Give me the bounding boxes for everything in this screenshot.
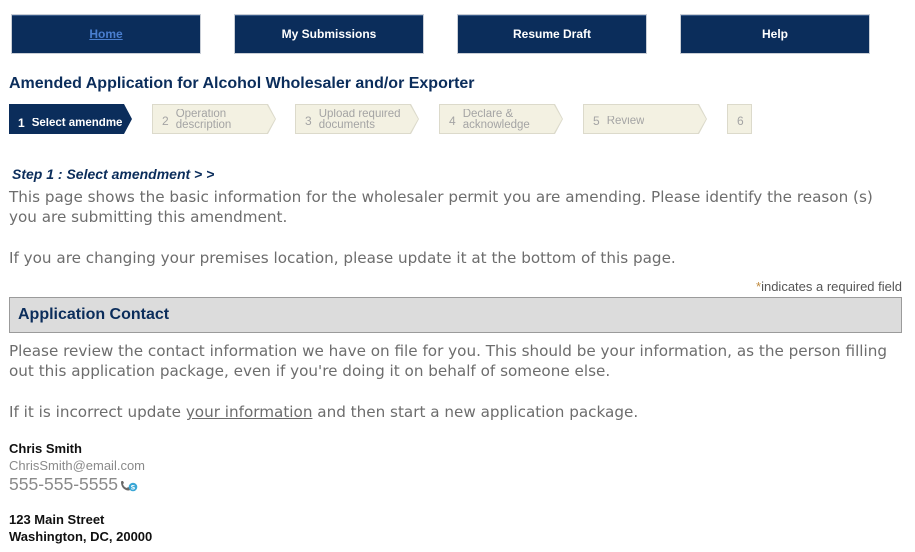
update-info-text-before: If it is incorrect update [9,403,186,421]
page-title: Amended Application for Alcohol Wholesal… [9,75,475,92]
nav-home-link[interactable]: Home [11,14,201,54]
step-number: 3 [305,114,312,128]
step-number: 1 [18,116,25,130]
nav-help-button[interactable]: Help [680,14,870,54]
section-title: Application Contact [18,306,170,323]
step-number: 6 [737,114,744,128]
nav-my-submissions-button[interactable]: My Submissions [234,14,424,54]
step-6[interactable]: 6 [728,105,751,133]
update-info-text-after: and then start a new application package… [312,403,639,421]
step-1-select-amendment[interactable]: 1 Select amendme [9,104,132,134]
premises-note: If you are changing your premises locati… [9,249,676,267]
step-label: Upload required documents [318,109,401,131]
phone-icon[interactable]: S [119,480,139,494]
contact-review-paragraph: Please review the contact information we… [9,342,888,380]
step-number: 4 [449,114,456,128]
step-label: Declare & acknowledge [462,109,530,131]
contact-phone: 555-555-5555 S [9,474,139,495]
required-field-note: *indicates a required field [756,279,902,294]
step-4-declare-acknowledge[interactable]: 4 Declare & acknowledge [440,105,562,133]
contact-address-line2: Washington, DC, 20000 [9,529,153,544]
wizard-stepper: 1 Select amendme 2 Operation description… [9,104,769,134]
contact-address-line1: 123 Main Street [9,512,105,527]
nav-resume-draft-button[interactable]: Resume Draft [457,14,647,54]
step-5-review[interactable]: 5 Review [584,105,706,133]
step-number: 2 [162,114,169,128]
contact-name: Chris Smith [9,441,82,456]
step-label: Review [606,115,645,127]
step-label: Select amendme [31,117,123,129]
step-heading: Step 1 : Select amendment > > [12,166,215,182]
svg-text:S: S [131,483,136,491]
contact-email: ChrisSmith@email.com [9,458,145,473]
update-info-paragraph: If it is incorrect update your informati… [9,402,901,422]
step-3-upload-documents[interactable]: 3 Upload required documents [296,105,418,133]
step-number: 5 [593,114,600,128]
required-note-text: indicates a required field [761,279,902,294]
top-navigation: Home My Submissions Resume Draft Help [11,14,871,54]
step-label: Operation description [175,109,232,131]
contact-phone-number: 555-555-5555 [9,474,118,494]
your-information-link[interactable]: your information [186,403,313,421]
intro-paragraph: This page shows the basic information fo… [9,188,873,226]
step-2-operation-description[interactable]: 2 Operation description [153,105,275,133]
application-contact-section-header: Application Contact [9,297,902,333]
